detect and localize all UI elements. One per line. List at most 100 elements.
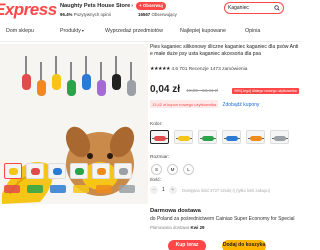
nav-item-sale[interactable]: Wyprzedaż przedmiotów [105,28,163,34]
product-title-line: Pies kaganiec silikonowy śliczne kaganie… [150,44,299,50]
muzzle-product [52,74,61,90]
get-coupons-link[interactable]: Zdobądź kupony [222,102,259,108]
nav-item-label: Dom sklepu [6,28,34,34]
variant-preview-chip[interactable] [4,185,20,193]
quantity-increase-button[interactable]: + [168,186,177,194]
rating-row: ★★★★★ 4.6 701 Recenzje 1473 zamówienia [150,67,247,72]
muzzle-product [82,74,91,90]
muzzle-product [127,80,136,96]
product-title-line: e małe duże psy usta kaganiec akcesoria … [150,51,261,57]
thumbnail-muzzle [97,168,106,175]
store-name-text[interactable]: Naughty Pets House Store [60,3,130,9]
store-name[interactable]: Naughty Pets House Store› [60,3,133,9]
shipping-title: Darmowa dostawa [150,208,201,214]
stock-info: Dostępna ilość 3727 sztuk(-i) (tylko lim… [182,187,270,193]
variant-preview-chip[interactable] [50,185,66,193]
thumbnail-muzzle [75,168,84,175]
rating-value: 4.6 [171,67,179,72]
variant-preview-chip[interactable] [27,185,43,193]
thumbnail-muzzle [31,168,40,175]
thumbnail-image[interactable] [4,163,22,179]
muzzle-product [37,80,46,96]
chevron-down-icon: ▾ [81,28,84,33]
shipping-method[interactable]: do Poland za pośrednictwem Cainiao Super… [150,216,295,222]
quantity-stepper: − 1 + Dostępna ilość 3727 sztuk(-i) (tyl… [150,186,270,195]
size-option-m[interactable]: M [167,164,178,175]
muzzle-product [97,80,106,96]
swatch-muzzle [202,136,214,141]
coupon-row: 13,42 zł kupon nowego użytkownika Zdobąd… [150,100,259,108]
nav-item-label: Wyprzedaż przedmiotów [105,28,163,34]
color-swatch[interactable] [174,130,193,144]
nav-item-reviews[interactable]: Opinia [245,28,260,34]
color-swatch[interactable] [270,130,289,144]
muzzle-product [22,74,31,90]
follow-button[interactable]: + Obserwuj [136,2,166,10]
size-label: Rozmiar: [150,155,170,160]
muzzle-product [112,74,121,90]
top-header: Express Naughty Pets House Store› 96.4% … [0,0,300,23]
nav-item-label: Najlepiej kupowane [180,28,226,34]
thumbnail-muzzle [53,168,62,175]
nav-item-products[interactable]: Produkty▾ [60,28,84,34]
buy-now-button[interactable]: Kup teraz [168,240,206,250]
store-nav: Dom sklepu Produkty▾ Wyprzedaż przedmiot… [0,24,300,42]
search-icon[interactable] [274,5,280,11]
swatch-muzzle [178,136,190,141]
search-box [224,2,284,14]
thumbnail-image[interactable] [114,163,132,179]
delivery-date: Kwi 29 [190,225,205,230]
thumbnail-image[interactable] [92,163,110,179]
quantity-label: Ilość: [150,178,162,183]
variant-preview-chip[interactable] [119,185,135,193]
nav-item-store-home[interactable]: Dom sklepu [6,28,34,34]
swatch-muzzle [250,136,262,141]
variant-preview-row [0,185,148,195]
size-option-l[interactable]: L [183,164,194,175]
thumbnail-strip [0,163,148,181]
old-price: 10,09 - 13,41 zł [186,88,219,93]
star-rating-icon: ★★★★★ [150,67,171,72]
reviews-link[interactable]: 701 Recenzje [179,67,208,72]
delivery-label: Planowana dostawa [150,225,190,230]
quantity-decrease-button[interactable]: − [150,186,158,194]
thumbnail-image[interactable] [48,163,66,179]
thumbnail-muzzle [119,168,128,175]
search-input[interactable] [225,3,271,13]
new-user-coupon[interactable]: 13,42 zł kupon nowego użytkownika [150,100,219,108]
nav-item-label: Opinia [245,28,261,34]
add-to-cart-button[interactable]: Dodaj do koszyka [222,240,266,250]
thumbnail-muzzle [9,168,18,175]
color-swatch[interactable] [246,130,265,144]
swatch-muzzle [154,136,166,141]
thumbnail-image[interactable] [26,163,44,179]
size-option-s[interactable]: S [151,164,162,175]
positive-percent: 96.4% [60,12,73,17]
color-swatch[interactable] [222,130,241,144]
product-title: Pies kaganiec silikonowy śliczne kaganie… [150,44,300,58]
price: 0,04 zł [150,84,181,95]
followers-label: Obserwujący [151,12,177,17]
chevron-right-icon: › [131,3,133,9]
color-swatches [150,130,300,150]
orders-count: 1473 zamówienia [210,67,248,72]
thumbnail-image[interactable] [70,163,88,179]
color-swatch[interactable] [198,130,217,144]
quantity-value[interactable]: 1 [159,187,167,193]
nav-item-label: Produkty [60,28,81,34]
nav-item-bestsellers[interactable]: Najlepiej kupowane [180,28,226,34]
swatch-muzzle [226,136,238,141]
swatch-muzzle [274,136,286,141]
price-row: 0,04 zł 10,09 - 13,41 zł [150,84,218,95]
muzzle-product [67,80,76,96]
delivery-estimate: Planowana dostawa Kwi 29 [150,225,204,230]
color-label: Kolor: [150,122,163,127]
followers-number: 16567 [138,12,151,17]
variant-preview-chip[interactable] [96,185,112,193]
followers-count: 16567 Obserwujący [138,12,177,17]
discount-badge: 99%[-tego] dlatego nowego użytkownika [232,88,299,94]
color-swatch[interactable] [150,130,169,144]
variant-preview-chip[interactable] [73,185,89,193]
site-logo[interactable]: Express [0,0,57,20]
store-positive-feedback: 96.4% Pozytywnych opinii [60,12,111,17]
